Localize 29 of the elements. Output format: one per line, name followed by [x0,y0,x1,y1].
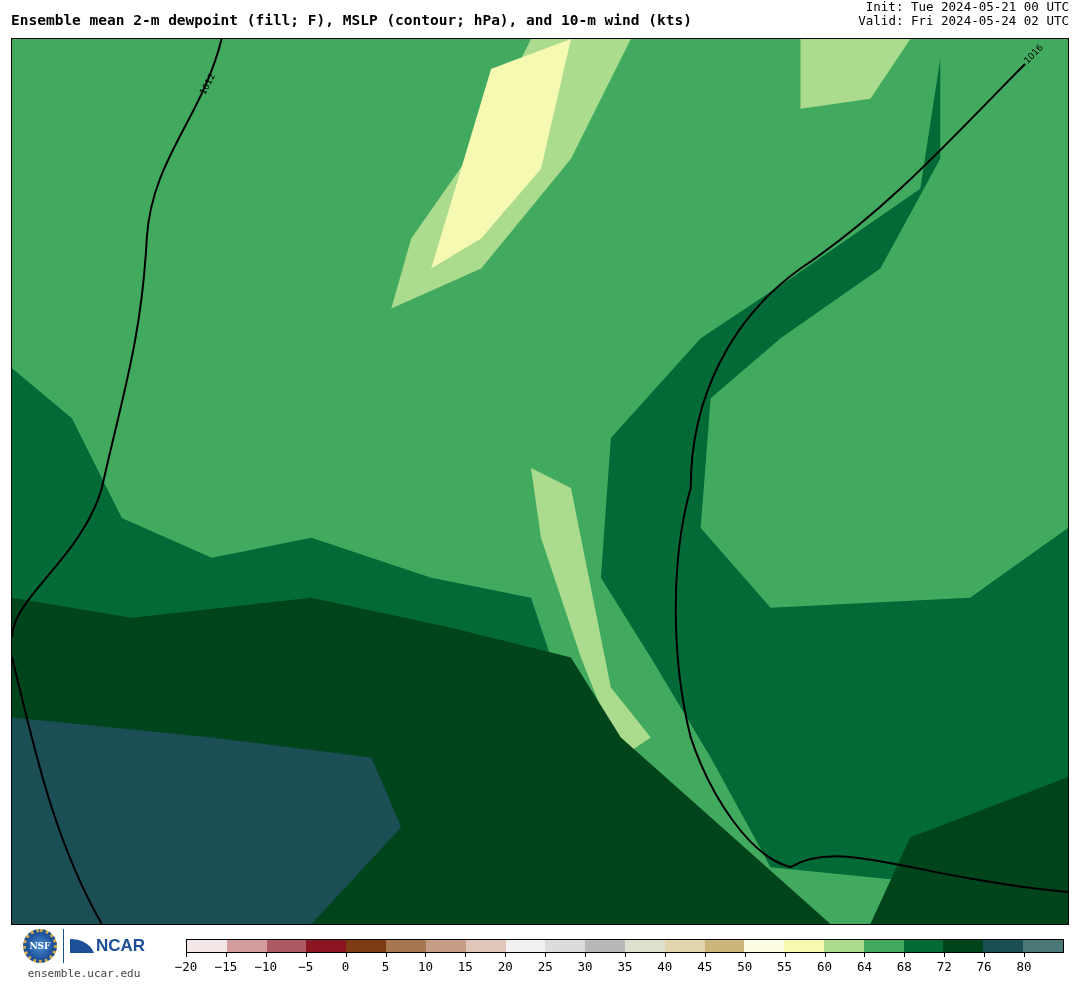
tick-label: 40 [657,959,673,974]
tick-label: 76 [976,959,992,974]
ncar-logo-text: NCAR [95,936,146,956]
tick-label: 55 [777,959,793,974]
tick-label: 45 [697,959,713,974]
tick-label: −15 [214,959,238,974]
swoosh-icon [69,937,94,955]
tick-label: 64 [856,959,872,974]
init-time: Init: Tue 2024-05-21 00 UTC [865,0,1069,14]
tick-label: 10 [417,959,433,974]
tick-label: −20 [174,959,198,974]
tick-label: 15 [457,959,473,974]
tick-label: −5 [298,959,314,974]
valid-time: Valid: Fri 2024-05-24 02 UTC [858,14,1069,28]
chart-title: Ensemble mean 2-m dewpoint (fill; F), MSLP (contour; hPa), and 10-m wind (kts) [11,12,692,28]
tick-label: 25 [537,959,553,974]
tick-label: 50 [737,959,753,974]
nsf-logo: NSF [22,929,57,963]
tick-label: 5 [381,959,390,974]
site-url: ensemble.ucar.edu [27,967,141,980]
tick-label: 80 [1016,959,1032,974]
tick-label: 35 [617,959,633,974]
tick-label: 68 [896,959,912,974]
tick-label: 0 [341,959,350,974]
tick-label: 30 [577,959,593,974]
tick-label: 60 [816,959,833,974]
tick-label: 20 [497,959,513,974]
tick-label: 72 [936,959,952,974]
tick-label: −10 [254,959,278,974]
